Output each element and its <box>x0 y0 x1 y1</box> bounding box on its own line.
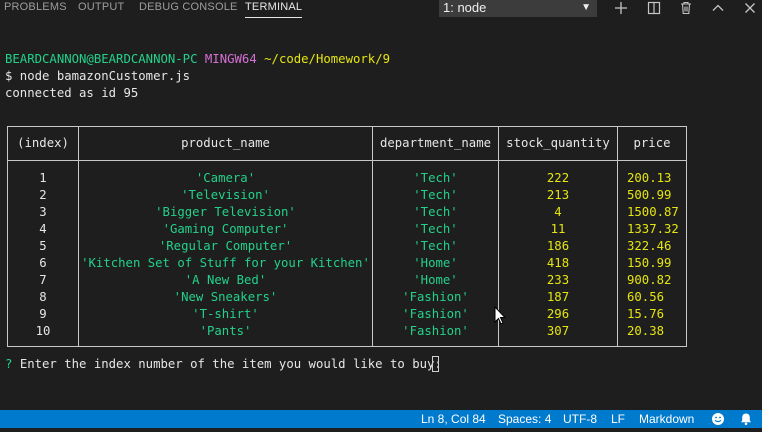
cell-index: 9 <box>39 307 47 321</box>
terminal-selector-value: 1: node <box>443 0 487 15</box>
question-line: ? Enter the index number of the item you… <box>5 356 442 372</box>
command-line: $ node bamazonCustomer.js <box>5 69 191 83</box>
terminal-selector[interactable]: 1: node ▼ <box>439 0 597 17</box>
cell-product-name: 'Pants' <box>199 324 252 338</box>
bell-icon <box>741 413 751 426</box>
cell-index: 8 <box>39 290 47 304</box>
cell-product-name: 'A New Bed' <box>184 273 267 287</box>
cell-index: 3 <box>39 205 47 219</box>
cell-department-name: 'Fashion' <box>402 290 469 304</box>
cell-stock-quantity: 187 <box>546 290 570 304</box>
mouse-pointer-icon <box>494 306 506 325</box>
cell-product-name: 'New Sneakers' <box>173 290 278 304</box>
chevron-up-icon <box>712 4 724 11</box>
cell-stock-quantity: 213 <box>546 188 570 202</box>
tab-output[interactable]: OUTPUT <box>78 0 124 20</box>
cell-index: 7 <box>39 273 47 287</box>
cell-price: 200.13 <box>627 171 672 185</box>
cell-department-name: 'Tech' <box>413 171 458 185</box>
split-icon <box>647 1 661 15</box>
cell-stock-quantity: 307 <box>546 324 570 338</box>
cell-stock-quantity: 11 <box>550 222 566 236</box>
notifications-button[interactable] <box>739 410 753 428</box>
console-table: (index) product_name department_name sto… <box>7 126 687 347</box>
cell-stock-quantity: 186 <box>546 239 570 253</box>
kill-terminal-button[interactable] <box>677 0 695 16</box>
question-mark: ? <box>5 357 13 371</box>
prompt-env: MINGW64 <box>204 52 257 66</box>
cell-department-name: 'Tech' <box>413 205 458 219</box>
prompt-path: ~/code/Homework/9 <box>264 52 390 66</box>
cell-index: 5 <box>39 239 47 253</box>
status-indentation[interactable]: Spaces: 4 <box>498 410 551 428</box>
status-bar: Ln 8, Col 84 Spaces: 4 UTF-8 LF Markdown <box>0 410 762 428</box>
cell-price: 500.99 <box>627 188 672 202</box>
header-divider <box>8 160 686 161</box>
header-stock-quantity: stock_quantity <box>506 136 610 150</box>
cell-price: 322.46 <box>627 239 672 253</box>
header-index: (index) <box>17 136 69 150</box>
tab-problems[interactable]: PROBLEMS <box>4 0 67 20</box>
cell-product-name: 'Kitchen Set of Stuff for your Kitchen' <box>81 256 370 270</box>
cell-index: 4 <box>39 222 47 236</box>
plus-icon <box>615 2 627 14</box>
question-text: Enter the index number of the item you w… <box>19 357 442 371</box>
cell-index: 10 <box>35 324 51 338</box>
maximize-panel-button[interactable] <box>709 0 727 16</box>
cell-product-name: 'T-shirt' <box>192 307 259 321</box>
cell-department-name: 'Fashion' <box>402 307 469 321</box>
new-terminal-button[interactable] <box>612 0 630 16</box>
tab-terminal[interactable]: TERMINAL <box>245 0 303 20</box>
cell-department-name: 'Tech' <box>413 188 458 202</box>
panel-tab-bar: PROBLEMS OUTPUT DEBUG CONSOLE TERMINAL 1… <box>0 0 762 20</box>
status-cursor-position[interactable]: Ln 8, Col 84 <box>421 410 486 428</box>
close-icon <box>745 3 755 13</box>
chevron-down-icon: ▼ <box>581 2 591 13</box>
status-encoding[interactable]: UTF-8 <box>563 410 597 428</box>
terminal-input-cursor[interactable] <box>432 356 439 372</box>
connection-line: connected as id 95 <box>5 86 139 100</box>
prompt-line: BEARDCANNON@BEARDCANNON-PC MINGW64 ~/cod… <box>5 51 390 67</box>
smiley-icon <box>712 413 724 425</box>
header-department-name: department_name <box>379 136 492 150</box>
cell-price: 1337.32 <box>627 222 679 236</box>
cell-price: 900.82 <box>627 273 672 287</box>
cell-stock-quantity: 296 <box>546 307 570 321</box>
cell-department-name: 'Tech' <box>413 239 458 253</box>
cell-department-name: 'Tech' <box>413 222 458 236</box>
cell-product-name: 'Gaming Computer' <box>162 222 289 236</box>
tab-debug-console[interactable]: DEBUG CONSOLE <box>139 0 238 20</box>
cell-product-name: 'Regular Computer' <box>158 239 293 253</box>
feedback-button[interactable] <box>711 410 725 428</box>
cell-price: 15.76 <box>627 307 665 321</box>
cell-price: 60.56 <box>627 290 665 304</box>
trash-icon <box>681 1 691 15</box>
cell-stock-quantity: 418 <box>546 256 570 270</box>
status-language[interactable]: Markdown <box>639 410 694 428</box>
cell-stock-quantity: 233 <box>546 273 570 287</box>
cell-department-name: 'Home' <box>413 256 458 270</box>
cell-stock-quantity: 4 <box>554 205 562 219</box>
close-panel-button[interactable] <box>741 0 759 16</box>
cell-department-name: 'Fashion' <box>402 324 469 338</box>
cell-price: 150.99 <box>627 256 672 270</box>
status-eol[interactable]: LF <box>611 410 625 428</box>
split-terminal-button[interactable] <box>645 0 663 16</box>
header-price: price <box>633 136 671 150</box>
cell-product-name: 'Television' <box>181 188 270 202</box>
cell-product-name: 'Bigger Television' <box>155 205 296 219</box>
cell-department-name: 'Home' <box>413 273 458 287</box>
header-product-name: product_name <box>181 136 270 150</box>
cell-stock-quantity: 222 <box>546 171 570 185</box>
cell-index: 6 <box>39 256 47 270</box>
cell-product-name: 'Camera' <box>195 171 256 185</box>
cell-price: 20.38 <box>627 324 665 338</box>
cell-index: 1 <box>39 171 47 185</box>
cell-price: 1500.87 <box>627 205 679 219</box>
cell-index: 2 <box>39 188 47 202</box>
prompt-user: BEARDCANNON@BEARDCANNON-PC <box>5 52 198 66</box>
